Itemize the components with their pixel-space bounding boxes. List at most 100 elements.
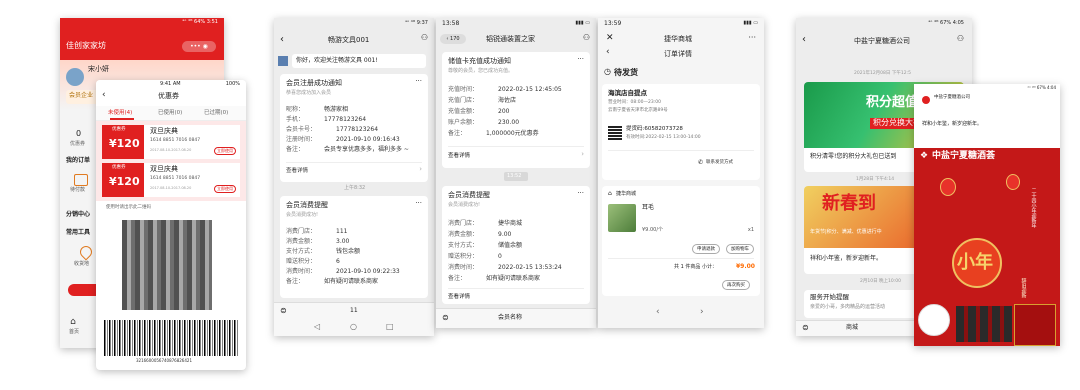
status-signal: ▮▮▮ ▭ [575,20,590,26]
coupon-name: 双旦庆典 [150,127,178,135]
pickup-qr-icon[interactable] [608,126,622,140]
status-signal: ▮▮▮ ▭ [743,20,758,26]
menu-label[interactable]: 商城 [846,324,858,332]
back-icon[interactable]: ‹ [802,34,806,45]
nav-back-icon[interactable]: ◁ [314,322,320,332]
contact-link[interactable]: 联系发货方式 [706,160,733,166]
info-row: 消费门店： 捷华商城 [448,220,523,227]
share-center-heading[interactable]: 分销中心 [66,211,90,219]
tab-used[interactable]: 已使用(0) [158,110,182,116]
consume-card[interactable]: 会员消费提醒 ··· 会员消费成功! 消费门店： 111 消费金额： 3.00 支付… [280,196,428,298]
more-icon[interactable]: ··· [577,55,584,64]
view-details-link[interactable]: 查看详情 [448,294,470,300]
consume-card[interactable]: 会员消费提醒 ··· 会员消费成功! 消费门店： 捷华商城 消费金额： 9.00 支… [442,186,590,304]
tab-unused[interactable]: 未使用(4) [108,110,132,116]
more-icon[interactable]: ··· [577,189,584,198]
shop-icon: ⌂ [608,190,612,197]
wallet-icon[interactable] [74,174,88,186]
product-price: ¥9.00/个 [642,227,663,233]
date-divider: 2月10日 晚上10:00 [860,279,901,284]
keyboard-icon[interactable]: ⊜ [802,323,809,333]
add-cart-button[interactable]: 加购物车 [726,244,754,254]
poster[interactable]: ❖ 中盐宁夏糖酒荟 小年 二十四小年迎新年 辞旧迎新 [914,148,1060,346]
my-orders-heading: 我的订单 [66,157,91,164]
keyboard-icon[interactable]: ⊜ [442,313,449,323]
card-subtitle: 会员消费成功! [448,202,481,208]
recharge-card[interactable]: 储值卡充值成功通知 ··· 尊敬的会员，您已成功充值。 充值时间： 2022-02… [442,52,590,168]
register-card[interactable]: 会员注册成功通知 ··· 恭喜您成功加入会员 昵称： 畅游家相 手机： 177781… [280,74,428,182]
card-divider [608,258,754,259]
address-label[interactable]: 收货地 [74,261,89,268]
info-row: 充值门店： 海佐店 [448,97,517,104]
pickup-card: 海滨店自提点 营业时间：08:00—23:00 云南宁夏省天津市北京路89号 提… [602,84,760,180]
profile-icon[interactable]: ⚇ [957,34,964,44]
product-name[interactable]: 耳毛 [642,204,654,212]
refund-button[interactable]: 申请退款 [692,244,720,254]
info-row: 备注： 如有疑问请联系商家 [286,278,379,285]
card-title: 会员消费提醒 [448,191,490,199]
card-divider [286,162,422,163]
seal-icon [918,304,950,336]
nav-home-icon[interactable]: ○ [350,322,357,332]
tab-underline [110,118,134,120]
back-icon[interactable]: ‹ [606,47,610,58]
card-divider [448,288,584,289]
info-row: 支付方式： 钱包余额 [286,248,361,255]
screen-wechat-chat-1: ᵃᵒ ⁴ᴳ 9:37 ‹ 畅游文具001 ⚇ 你好，欢迎关注畅游文具 001! … [274,18,434,336]
use-coupon-button[interactable]: 立即使用 [214,185,236,193]
profile-icon[interactable]: ⚇ [421,33,428,43]
status-time: 13:59 [604,20,622,27]
keyboard-icon[interactable]: ⊜ [280,306,287,316]
status-bar: ᵃᵒ ⁴ᴳ 64% 3:51 [182,19,218,25]
buy-again-button[interactable]: 再次购买 [722,280,750,290]
coupon-status-battery: 100% [225,81,240,87]
avatar[interactable] [66,68,84,86]
back-icon[interactable]: ‹ [102,90,106,101]
home-tab-label[interactable]: 首页 [69,329,79,336]
coupon-name: 双旦庆典 [150,165,178,173]
coupon-card[interactable]: 优惠券 ¥120 双旦庆典 1614 8851 7016 0847 2017.0… [102,163,240,197]
pending-label[interactable]: 待付款 [70,187,85,194]
user-name: 宋小妍 [88,65,109,73]
info-row: 赠送积分： 0 [448,253,502,260]
chat-title: 韬锐通装置之家 [486,35,535,43]
tab-expired[interactable]: 已过期(0) [204,110,228,116]
poster-logo-icon: ❖ [920,151,929,161]
view-details-link[interactable]: 查看详情 [286,168,308,174]
status-bar: ᵃᵒ ⁴ᴳ 67% 4:05 [928,20,964,26]
nav-forward-icon[interactable]: › [700,307,704,318]
coupon-card[interactable]: 优惠券 ¥120 双旦庆典 1614 8851 7016 0847 2017.0… [102,125,240,159]
profile-icon[interactable]: ⚇ [583,33,590,43]
poster-text: 小年 [957,252,993,273]
more-icon: ••• [190,43,201,50]
bottom-bar: ⊜ 11 ◁ ○ □ [274,302,434,336]
menu-label[interactable]: 会员名称 [498,314,522,322]
pickup-code: 提货码:60582073728 [626,126,683,132]
nav-back-icon[interactable]: ‹ [656,307,660,318]
coupon-code: 1614 8851 7016 0847 [150,176,201,181]
coupon-amount: ¥120 [109,137,140,150]
product-image[interactable] [608,204,636,232]
view-details-link[interactable]: 查看详情 [448,153,470,159]
avatar[interactable] [278,56,288,66]
close-icon[interactable]: ✕ [606,33,614,44]
article-caption: 积分清零!您的积分大礼包已送到 [810,153,897,160]
nav-recent-icon[interactable]: □ [386,322,394,332]
location-icon[interactable] [77,243,95,261]
home-icon[interactable]: ⌂ [68,317,78,327]
overlay-message: 祥和小年鉴，新岁迎新年。 [922,121,983,127]
back-badge[interactable]: ‹ 170 [440,34,466,44]
unread-count: 170 [450,36,460,42]
store-address: 云南宁夏省天津市北京路89号 [608,108,668,113]
back-icon[interactable]: ‹ [280,34,284,45]
more-button[interactable]: ••• ◉ [182,41,216,52]
info-row: 消费门店： 111 [286,228,348,235]
message-body: 亲爱的小哥，多肉精品的运营活动 [810,304,886,310]
more-icon[interactable]: ··· [748,33,756,43]
screen-wechat-chat-2: 13:58 ▮▮▮ ▭ ‹ 170 韬锐通装置之家 ⚇ 储值卡充值成功通知 ··… [436,18,596,328]
use-coupon-button[interactable]: 立即使用 [214,147,236,155]
more-icon[interactable]: ··· [415,77,422,86]
stat-label[interactable]: 优惠券 [70,141,85,148]
more-icon[interactable]: ··· [415,199,422,208]
info-row: 手机： 17778123264 [286,116,367,123]
